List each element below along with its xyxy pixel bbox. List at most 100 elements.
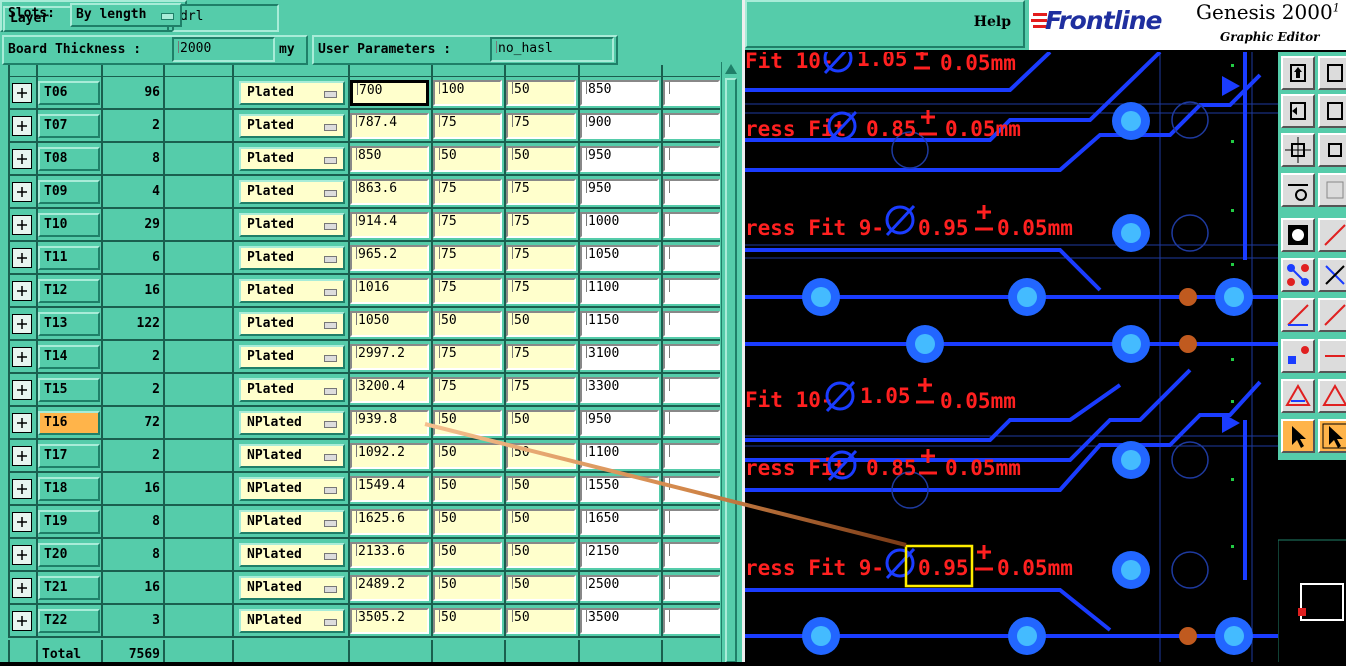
table-row[interactable]: T22 3 NPlated 3505.2 50 50 3500: [8, 605, 720, 638]
expand-icon[interactable]: [12, 545, 32, 565]
extra-field[interactable]: [663, 278, 720, 304]
size-field[interactable]: 2997.2: [350, 344, 429, 370]
overview-minimap[interactable]: [1277, 460, 1346, 662]
finish-size-field[interactable]: 3300: [580, 377, 659, 403]
tool-btn-5[interactable]: [1281, 133, 1315, 167]
finish-size-field[interactable]: 2150: [580, 542, 659, 568]
tol-minus-field[interactable]: 50: [506, 608, 576, 634]
tol-minus-field[interactable]: 75: [506, 377, 576, 403]
tol-minus-field[interactable]: 75: [506, 278, 576, 304]
tool-name[interactable]: T13: [38, 312, 100, 336]
tool-name[interactable]: T07: [38, 114, 100, 138]
tol-plus-field[interactable]: 75: [433, 278, 502, 304]
tol-minus-field[interactable]: 50: [506, 443, 576, 469]
expand-icon[interactable]: [12, 83, 32, 103]
extra-field[interactable]: [663, 410, 720, 436]
table-row[interactable]: T12 16 Plated 1016 75 75 1100: [8, 275, 720, 308]
plating-dropdown[interactable]: Plated: [239, 147, 345, 171]
slots-dropdown[interactable]: By length: [70, 3, 182, 27]
tol-plus-field[interactable]: 50: [433, 575, 502, 601]
expand-icon[interactable]: [12, 347, 32, 367]
user-params-field[interactable]: no_hasl: [490, 37, 614, 62]
tool-btn-8[interactable]: [1318, 173, 1346, 207]
extra-field[interactable]: [663, 212, 720, 238]
extra-field[interactable]: [663, 509, 720, 535]
expand-icon[interactable]: [12, 116, 32, 136]
extra-field[interactable]: [663, 608, 720, 634]
select-tool-button[interactable]: [1281, 419, 1315, 453]
tool-name[interactable]: T11: [38, 246, 100, 270]
tool-name[interactable]: T20: [38, 543, 100, 567]
expand-icon[interactable]: [12, 578, 32, 598]
extra-field[interactable]: [663, 113, 720, 139]
size-field[interactable]: 1549.4: [350, 476, 429, 502]
tol-plus-field[interactable]: 50: [433, 608, 502, 634]
tol-minus-field[interactable]: 50: [506, 146, 576, 172]
expand-icon[interactable]: [12, 611, 32, 631]
tool-btn-12[interactable]: [1318, 258, 1346, 292]
tol-plus-field[interactable]: 50: [433, 311, 502, 337]
plating-dropdown[interactable]: Plated: [239, 312, 345, 336]
extra-field[interactable]: [663, 476, 720, 502]
finish-size-field[interactable]: 1650: [580, 509, 659, 535]
plating-dropdown[interactable]: Plated: [239, 378, 345, 402]
table-row[interactable]: T09 4 Plated 863.6 75 75 950: [8, 176, 720, 209]
finish-size-field[interactable]: 3500: [580, 608, 659, 634]
tol-plus-field[interactable]: 75: [433, 245, 502, 271]
extra-field[interactable]: [663, 146, 720, 172]
expand-icon[interactable]: [12, 479, 32, 499]
table-row[interactable]: T21 16 NPlated 2489.2 50 50 2500: [8, 572, 720, 605]
plating-dropdown[interactable]: Plated: [239, 81, 345, 105]
finish-size-field[interactable]: 2500: [580, 575, 659, 601]
plating-dropdown[interactable]: Plated: [239, 246, 345, 270]
extra-field[interactable]: [663, 179, 720, 205]
extra-field[interactable]: [663, 542, 720, 568]
plating-dropdown[interactable]: Plated: [239, 279, 345, 303]
table-row[interactable]: T18 16 NPlated 1549.4 50 50 1550: [8, 473, 720, 506]
finish-size-field[interactable]: 3100: [580, 344, 659, 370]
tol-plus-field[interactable]: 75: [433, 179, 502, 205]
tol-plus-field[interactable]: 50: [433, 509, 502, 535]
tool-name[interactable]: T12: [38, 279, 100, 303]
finish-size-field[interactable]: 950: [580, 179, 659, 205]
plating-dropdown[interactable]: NPlated: [239, 576, 345, 600]
tol-minus-field[interactable]: 75: [506, 245, 576, 271]
plating-dropdown[interactable]: NPlated: [239, 510, 345, 534]
tool-name[interactable]: T18: [38, 477, 100, 501]
expand-icon[interactable]: [12, 380, 32, 400]
tool-name[interactable]: T21: [38, 576, 100, 600]
table-row[interactable]: T10 29 Plated 914.4 75 75 1000: [8, 209, 720, 242]
extra-field[interactable]: [663, 344, 720, 370]
tol-plus-field[interactable]: 50: [433, 476, 502, 502]
tol-plus-field[interactable]: 75: [433, 113, 502, 139]
extra-field[interactable]: [663, 311, 720, 337]
finish-size-field[interactable]: 1150: [580, 311, 659, 337]
size-field[interactable]: 2489.2: [350, 575, 429, 601]
tool-btn-14[interactable]: [1318, 298, 1346, 332]
tool-name[interactable]: T08: [38, 147, 100, 171]
tool-btn-7[interactable]: [1281, 173, 1315, 207]
finish-size-field[interactable]: 1100: [580, 278, 659, 304]
table-row[interactable]: T13 122 Plated 1050 50 50 1150: [8, 308, 720, 341]
extra-field[interactable]: [663, 575, 720, 601]
size-field[interactable]: 1016: [350, 278, 429, 304]
size-field[interactable]: 1092.2: [350, 443, 429, 469]
tool-btn-10[interactable]: [1318, 218, 1346, 252]
zoom-page-button[interactable]: [1281, 56, 1315, 90]
table-row[interactable]: T07 2 Plated 787.4 75 75 900: [8, 110, 720, 143]
extra-field[interactable]: [663, 377, 720, 403]
tol-plus-field[interactable]: 75: [433, 212, 502, 238]
size-field[interactable]: 939.8: [350, 410, 429, 436]
tol-minus-field[interactable]: 75: [506, 344, 576, 370]
tool-btn-6[interactable]: [1318, 133, 1346, 167]
tol-minus-field[interactable]: 50: [506, 509, 576, 535]
tol-minus-field[interactable]: 50: [506, 410, 576, 436]
tool-name[interactable]: T10: [38, 213, 100, 237]
finish-size-field[interactable]: 1100: [580, 443, 659, 469]
size-field[interactable]: 2133.6: [350, 542, 429, 568]
finish-size-field[interactable]: 1000: [580, 212, 659, 238]
expand-icon[interactable]: [12, 215, 32, 235]
tol-plus-field[interactable]: 50: [433, 542, 502, 568]
plating-dropdown[interactable]: NPlated: [239, 609, 345, 633]
tool-name[interactable]: T19: [38, 510, 100, 534]
